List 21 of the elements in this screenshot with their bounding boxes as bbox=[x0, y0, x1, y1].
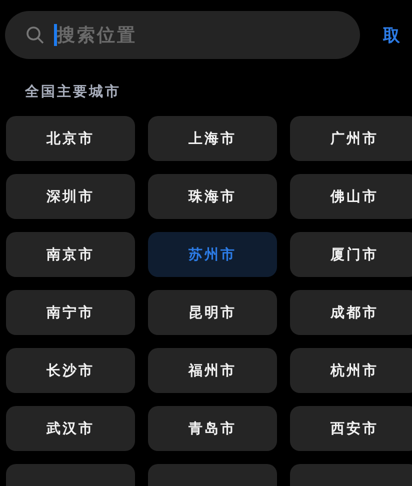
section-title: 全国主要城市 bbox=[25, 83, 121, 101]
city-button[interactable]: 上海市 bbox=[148, 116, 277, 161]
city-button[interactable]: 杭州市 bbox=[290, 348, 412, 393]
city-button[interactable]: 南京市 bbox=[6, 232, 135, 277]
city-button[interactable]: 武汉市 bbox=[6, 406, 135, 451]
city-button[interactable]: 厦门市 bbox=[290, 232, 412, 277]
cancel-button[interactable]: 取 bbox=[383, 24, 403, 46]
city-button[interactable]: 成都市 bbox=[290, 290, 412, 335]
city-button[interactable]: 昆明市 bbox=[148, 290, 277, 335]
city-button[interactable]: 南宁市 bbox=[6, 290, 135, 335]
city-button[interactable]: 青岛市 bbox=[148, 406, 277, 451]
city-button[interactable]: 苏州市 bbox=[148, 232, 277, 277]
city-button[interactable]: 福州市 bbox=[148, 348, 277, 393]
search-icon bbox=[26, 26, 44, 44]
city-button[interactable]: 珠海市 bbox=[148, 174, 277, 219]
city-button[interactable]: 北京市 bbox=[6, 116, 135, 161]
city-button[interactable]: 佛山市 bbox=[290, 174, 412, 219]
city-button[interactable]: 长沙市 bbox=[6, 348, 135, 393]
city-button[interactable]: 西安市 bbox=[290, 406, 412, 451]
city-button[interactable]: 深圳市 bbox=[6, 174, 135, 219]
city-button[interactable]: 广州市 bbox=[290, 116, 412, 161]
